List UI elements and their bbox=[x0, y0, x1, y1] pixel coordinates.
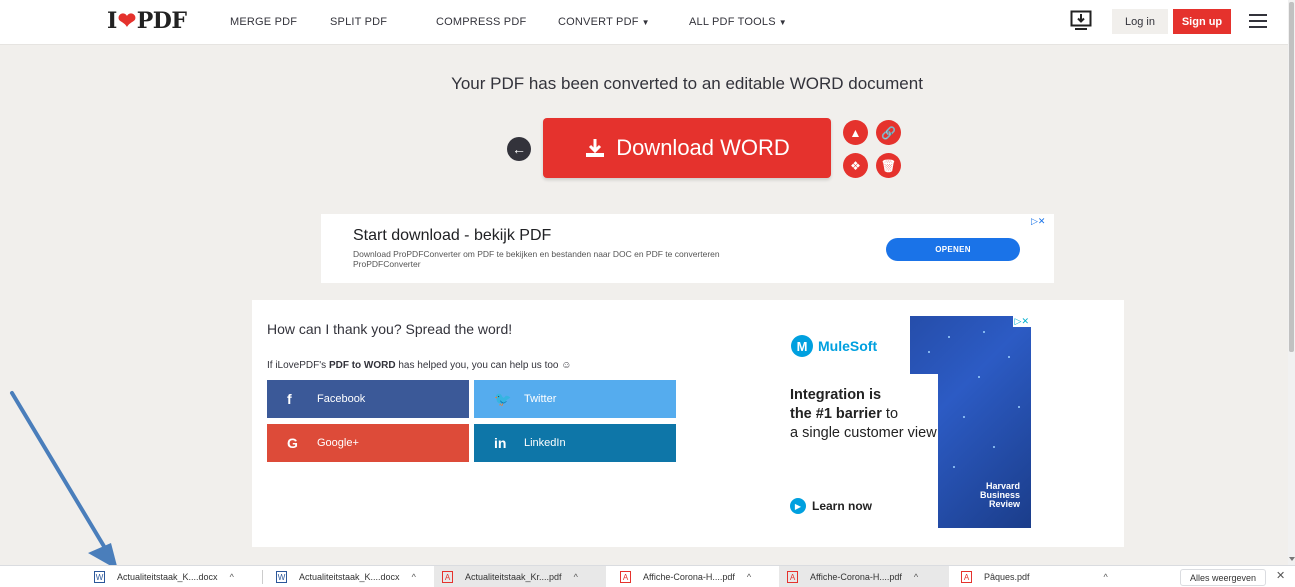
link-icon[interactable]: 🔗 bbox=[876, 120, 901, 145]
pdf-file-icon: A bbox=[787, 571, 798, 583]
scrollbar-thumb[interactable] bbox=[1289, 2, 1294, 352]
ad-mulesoft[interactable]: M MuleSoft Integration is the #1 barrier t… bbox=[778, 316, 1031, 528]
google-icon: G bbox=[287, 435, 298, 451]
chevron-up-icon[interactable]: ^ bbox=[1104, 572, 1108, 582]
adchoices-icon[interactable]: ▷✕ bbox=[1031, 216, 1045, 227]
nav-compress-pdf[interactable]: COMPRESS PDF bbox=[436, 16, 526, 28]
pdf-file-icon: A bbox=[620, 571, 631, 583]
nav-all-pdf-tools-label: ALL PDF TOOLS bbox=[689, 16, 776, 28]
facebook-icon: f bbox=[287, 391, 292, 407]
download-item[interactable]: A Affiche-Corona-H....pdf ^ bbox=[612, 566, 751, 587]
linkedin-icon: in bbox=[494, 435, 507, 451]
twitter-share-button[interactable]: 🐦 Twitter bbox=[474, 380, 676, 418]
pdf-file-icon: A bbox=[961, 571, 972, 583]
twitter-icon: 🐦 bbox=[494, 390, 512, 407]
ad2-headline-line2-rest: to bbox=[881, 406, 899, 422]
ad-open-button[interactable]: OPENEN bbox=[886, 238, 1020, 261]
download-item[interactable]: W Actualiteitstaak_K....docx ^ bbox=[86, 566, 234, 587]
download-filename: Actualiteitstaak_K....docx bbox=[117, 572, 218, 582]
twitter-label: Twitter bbox=[524, 393, 557, 405]
facebook-share-button[interactable]: f Facebook bbox=[267, 380, 469, 418]
hbr-logo: Harvard Business Review bbox=[979, 481, 1020, 509]
share-text: If iLovePDF's PDF to WORD has helped you… bbox=[267, 360, 571, 371]
download-word-button[interactable]: Download WORD bbox=[543, 118, 831, 178]
download-filename: Actualiteitstaak_K....docx bbox=[299, 572, 400, 582]
back-button[interactable]: ← bbox=[507, 137, 531, 161]
pdf-file-icon: A bbox=[442, 571, 453, 583]
share-text-prefix: If iLovePDF's bbox=[267, 360, 329, 371]
download-filename: Affiche-Corona-H....pdf bbox=[643, 572, 735, 582]
menu-icon[interactable] bbox=[1249, 14, 1267, 28]
ad-title[interactable]: Start download - bekijk PDF bbox=[353, 227, 551, 245]
nav-convert-pdf-label: CONVERT PDF bbox=[558, 16, 639, 28]
linkedin-label: LinkedIn bbox=[524, 437, 566, 449]
download-item[interactable]: A Actualiteitstaak_Kr....pdf ^ bbox=[434, 566, 606, 587]
download-filename: Pâques.pdf bbox=[984, 572, 1030, 582]
mulesoft-icon: M bbox=[791, 335, 813, 357]
download-item[interactable]: A Affiche-Corona-H....pdf ^ bbox=[779, 566, 949, 587]
nav-merge-pdf[interactable]: MERGE PDF bbox=[230, 16, 297, 28]
page-title-text: Your PDF has been converted to an editab… bbox=[451, 74, 923, 93]
ad-description: Download ProPDFConverter om PDF te bekij… bbox=[353, 249, 720, 269]
chevron-up-icon[interactable]: ^ bbox=[747, 572, 751, 582]
desktop-download-icon[interactable] bbox=[1070, 10, 1092, 32]
share-text-tool: PDF to WORD bbox=[328, 360, 396, 371]
caret-down-icon: ▼ bbox=[778, 18, 787, 27]
caret-down-icon: ▼ bbox=[641, 18, 650, 27]
scroll-down-icon[interactable] bbox=[1289, 557, 1295, 561]
logo-text-right: PDF bbox=[136, 8, 187, 34]
show-all-downloads-button[interactable]: Alles weergeven bbox=[1180, 569, 1266, 586]
arrow-left-icon: ← bbox=[512, 141, 526, 157]
top-navbar: I ❤ PDF MERGE PDF SPLIT PDF COMPRESS PDF… bbox=[0, 0, 1288, 45]
google-plus-share-button[interactable]: G Google+ bbox=[267, 424, 469, 462]
logo-text-left: I bbox=[107, 8, 117, 34]
learn-now-button[interactable]: ▶ Learn now bbox=[790, 498, 872, 514]
chevron-up-icon[interactable]: ^ bbox=[230, 572, 234, 582]
chevron-up-icon[interactable]: ^ bbox=[412, 572, 416, 582]
mulesoft-brand: MuleSoft bbox=[818, 338, 878, 354]
nav-convert-pdf[interactable]: CONVERT PDF ▼ bbox=[558, 16, 650, 28]
share-text-suffix: has helped you, you can help us too ☺ bbox=[395, 360, 572, 371]
mulesoft-logo: M MuleSoft bbox=[791, 335, 877, 357]
ilovepdf-logo[interactable]: I ❤ PDF bbox=[107, 8, 187, 34]
learn-now-label: Learn now bbox=[812, 499, 873, 513]
ad-description-text: Download ProPDFConverter om PDF te bekij… bbox=[353, 249, 720, 259]
nav-all-pdf-tools[interactable]: ALL PDF TOOLS ▼ bbox=[689, 16, 787, 28]
chevron-up-icon[interactable]: ^ bbox=[574, 572, 578, 582]
word-file-icon: W bbox=[94, 571, 105, 583]
trash-icon[interactable]: 🗑 bbox=[876, 153, 901, 178]
share-title: How can I thank you? Spread the word! bbox=[267, 321, 513, 337]
download-word-label: Download WORD bbox=[616, 135, 790, 160]
google-drive-icon[interactable]: ▲ bbox=[843, 120, 868, 145]
play-icon: ▶ bbox=[790, 498, 806, 514]
download-item[interactable]: W Actualiteitstaak_K....docx ^ bbox=[268, 566, 416, 587]
facebook-label: Facebook bbox=[317, 393, 366, 405]
nav-split-pdf[interactable]: SPLIT PDF bbox=[330, 16, 387, 28]
adchoices-icon[interactable]: ▷✕ bbox=[1012, 316, 1031, 327]
dropbox-icon[interactable]: ❖ bbox=[843, 153, 868, 178]
ad2-headline-line2: the #1 barrier bbox=[790, 406, 882, 422]
login-button[interactable]: Log in bbox=[1112, 9, 1168, 34]
download-filename: Actualiteitstaak_Kr....pdf bbox=[465, 572, 562, 582]
ad-banner-propdf[interactable]: Start download - bekijk PDF Download Pro… bbox=[321, 214, 1054, 283]
ad2-headline-line1: Integration is bbox=[790, 387, 882, 403]
download-icon bbox=[586, 139, 605, 157]
linkedin-share-button[interactable]: in LinkedIn bbox=[474, 424, 676, 462]
close-icon[interactable]: ✕ bbox=[1276, 569, 1285, 582]
annotation-arrow bbox=[10, 391, 118, 570]
ad2-headline: Integration is the #1 barrier to a single … bbox=[790, 386, 940, 443]
signup-button[interactable]: Sign up bbox=[1173, 9, 1231, 34]
download-filename: Affiche-Corona-H....pdf bbox=[810, 572, 902, 582]
chevron-up-icon[interactable]: ^ bbox=[914, 572, 918, 582]
google-label: Google+ bbox=[317, 437, 359, 449]
ad-advertiser: ProPDFConverter bbox=[353, 259, 421, 269]
browser-download-bar: W Actualiteitstaak_K....docx ^ W Actualitei… bbox=[0, 565, 1295, 587]
heart-icon: ❤ bbox=[117, 8, 136, 34]
ad2-headline-line3: a single customer view bbox=[790, 425, 937, 441]
word-file-icon: W bbox=[276, 571, 287, 583]
page-title: Your PDF has been converted to an editab… bbox=[0, 74, 1295, 94]
download-item[interactable]: A Pâques.pdf ^ bbox=[953, 566, 1123, 587]
